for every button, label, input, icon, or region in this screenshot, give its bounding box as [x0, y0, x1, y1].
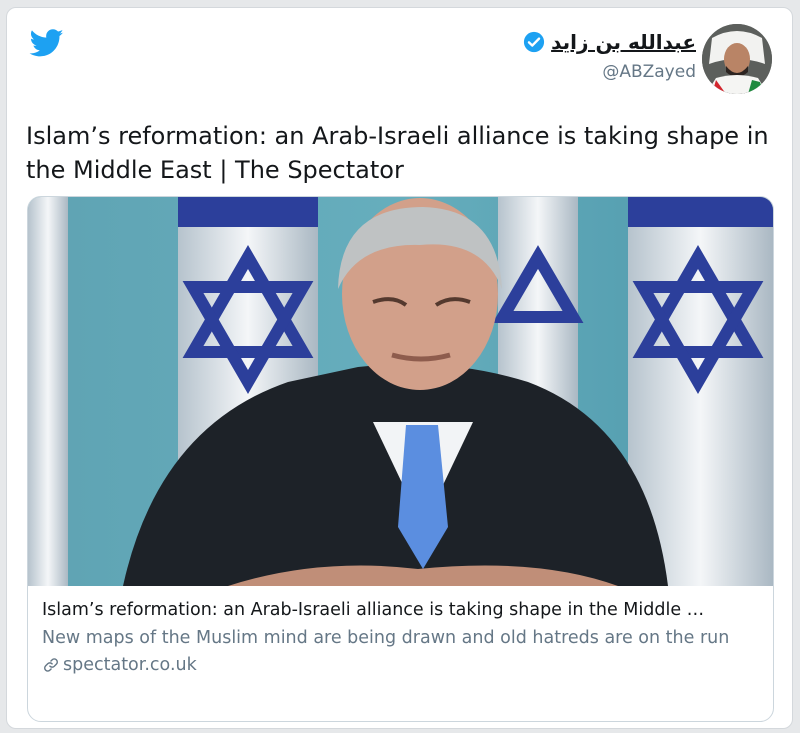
tweet-author[interactable]: عبدالله بن زايد @ABZayed	[523, 30, 696, 82]
author-handle[interactable]: @ABZayed	[523, 62, 696, 82]
link-card[interactable]: Islam’s reformation: an Arab-Israeli all…	[27, 196, 774, 722]
card-photo[interactable]	[28, 197, 773, 586]
tweet-text: Islam’s reformation: an Arab-Israeli all…	[26, 122, 769, 184]
card-title[interactable]: Islam’s reformation: an Arab-Israeli all…	[42, 598, 762, 623]
card-description: New maps of the Muslim mind are being dr…	[42, 628, 730, 648]
avatar[interactable]	[702, 24, 772, 94]
verified-badge-icon	[524, 31, 545, 53]
author-display-name[interactable]: عبدالله بن زايد	[551, 30, 696, 54]
link-icon	[44, 658, 58, 672]
avatar-image	[702, 24, 772, 94]
card-meta[interactable]: Islam’s reformation: an Arab-Israeli all…	[42, 598, 762, 675]
embedded-tweet[interactable]: عبدالله بن زايد @ABZayed Islam’s reforma…	[6, 7, 793, 729]
twitter-bird-icon[interactable]	[27, 26, 67, 60]
card-domain-text[interactable]: spectator.co.uk	[63, 655, 197, 675]
card-domain[interactable]: spectator.co.uk	[42, 655, 762, 675]
